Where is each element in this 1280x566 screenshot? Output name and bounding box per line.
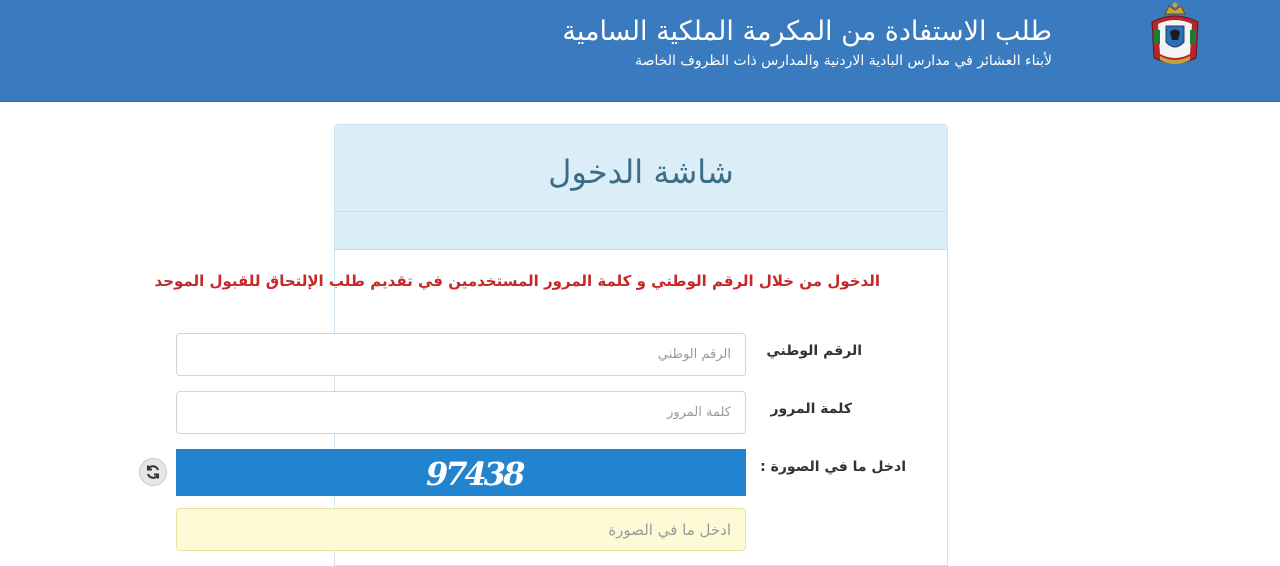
site-title: طلب الاستفادة من المكرمة الملكية السامية	[562, 16, 1052, 47]
national-id-label: الرقم الوطني	[766, 343, 862, 359]
site-header: طلب الاستفادة من المكرمة الملكية السامية…	[0, 0, 1280, 102]
refresh-captcha-button[interactable]	[139, 458, 167, 486]
royal-emblem-icon	[1151, 2, 1199, 64]
heading-divider	[335, 211, 947, 212]
site-subtitle: لأبناء العشائر في مدارس البادية الاردنية…	[635, 53, 1052, 69]
login-notice: الدخول من خلال الرقم الوطني و كلمة المرو…	[154, 272, 880, 290]
captcha-input[interactable]	[176, 508, 746, 551]
panel-heading: شاشة الدخول	[335, 125, 947, 250]
refresh-icon	[147, 465, 159, 479]
password-label: كلمة المرور	[770, 401, 852, 417]
captcha-label: ادخل ما في الصورة :	[760, 459, 906, 475]
captcha-text: 97438	[426, 455, 525, 493]
password-input[interactable]	[176, 391, 746, 434]
captcha-image: 97438	[176, 449, 746, 496]
national-id-input[interactable]	[176, 333, 746, 376]
panel-title: شاشة الدخول	[548, 153, 734, 191]
